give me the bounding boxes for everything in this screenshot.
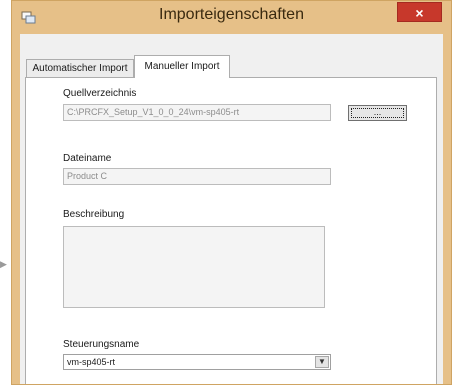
focus-rect: [351, 108, 404, 118]
title-bar: Importeigenschaften ×: [12, 1, 451, 34]
chevron-down-icon[interactable]: ▼: [315, 356, 329, 368]
control-name-label: Steuerungsname: [63, 339, 140, 350]
control-name-select[interactable]: vm-sp405-rt ▼: [63, 354, 331, 370]
close-button[interactable]: ×: [397, 2, 442, 22]
import-properties-dialog: Importeigenschaften × Automatischer Impo…: [11, 0, 452, 385]
source-dir-label: Quellverzeichnis: [63, 88, 137, 99]
description-label: Beschreibung: [63, 209, 125, 220]
filename-field[interactable]: Product C: [63, 168, 331, 185]
browse-button[interactable]: ...: [348, 105, 407, 121]
window-title: Importeigenschaften: [159, 6, 304, 23]
close-icon: ×: [415, 5, 424, 21]
dialog-client-area: Automatischer Import Manueller Import Qu…: [20, 34, 443, 384]
description-textarea[interactable]: [63, 226, 325, 308]
tab-panel-manual-import: Quellverzeichnis C:\PRCFX_Setup_V1_0_0_2…: [25, 77, 437, 384]
left-edge-arrow-icon: ▶: [0, 259, 7, 269]
source-dir-field[interactable]: C:\PRCFX_Setup_V1_0_0_24\vm-sp405-rt: [63, 104, 331, 121]
filename-label: Dateiname: [63, 153, 112, 164]
tab-automatic-import[interactable]: Automatischer Import: [26, 59, 134, 77]
tab-manual-import[interactable]: Manueller Import: [134, 55, 230, 78]
control-name-value: vm-sp405-rt: [67, 357, 116, 367]
